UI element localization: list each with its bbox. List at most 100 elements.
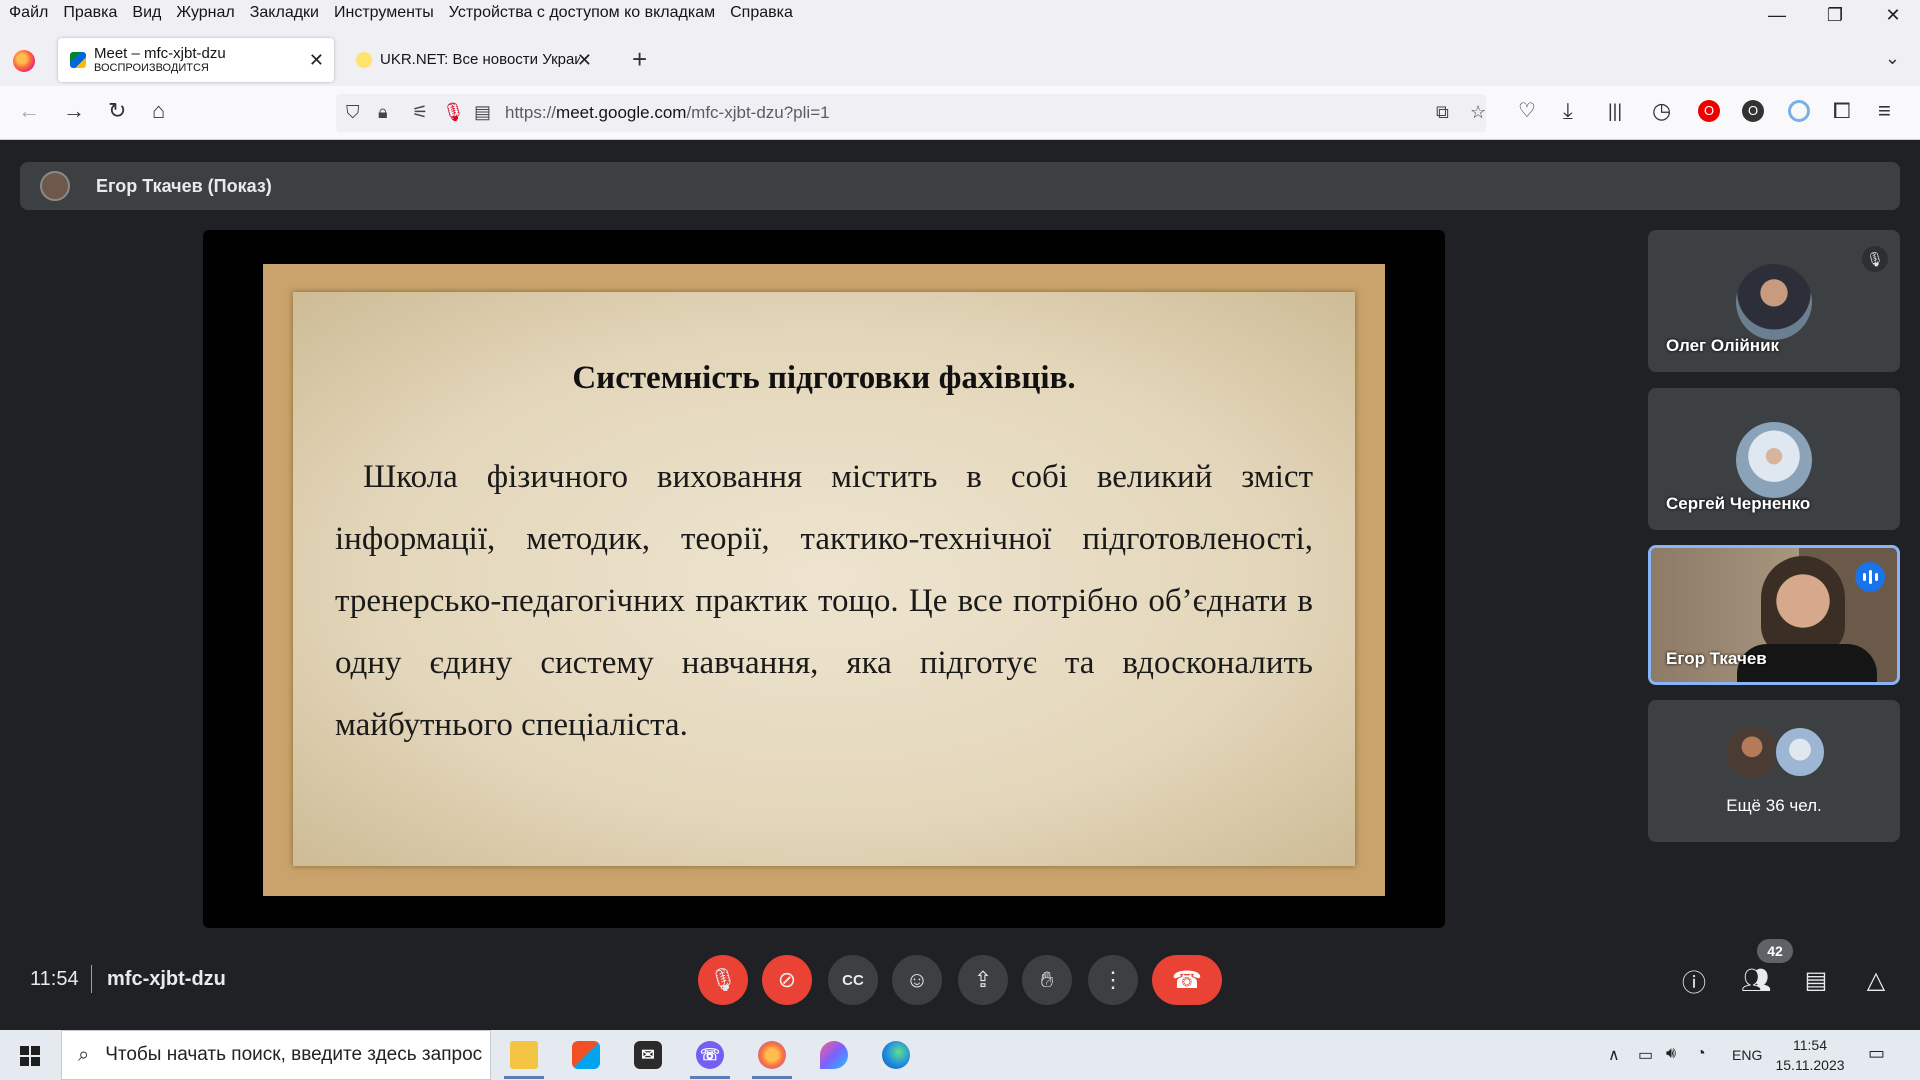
menu-history[interactable]: Журнал (176, 4, 234, 22)
system-clock[interactable]: 11:54 15.11.2023 (1770, 1035, 1850, 1075)
divider (91, 965, 92, 993)
vpn-extension-icon[interactable] (1788, 100, 1810, 122)
participant-avatar (1736, 422, 1812, 498)
tab-title: Meet – mfc-xjbt-dzu (94, 45, 226, 62)
forward-icon[interactable]: → (63, 100, 85, 122)
opera-addon-icon[interactable]: O (1698, 100, 1720, 122)
bookmark-star-icon[interactable]: ☆ (1470, 102, 1486, 123)
participant-tile-active-speaker[interactable]: Егор Ткачев (1648, 545, 1900, 685)
close-tab-icon[interactable]: ✕ (577, 50, 592, 71)
participant-name: Егор Ткачев (1666, 649, 1767, 668)
chat-button[interactable]: ▤ (1798, 962, 1834, 998)
raise-hand-button[interactable]: ✋︎ (1022, 955, 1072, 1005)
network-icon[interactable]: ◔ (1696, 1045, 1706, 1063)
menu-tools[interactable]: Инструменты (334, 4, 434, 22)
balloon-icon (820, 1041, 848, 1069)
menu-edit[interactable]: Правка (63, 4, 117, 22)
tab-text: Meet – mfc-xjbt-dzu ВОСПРОИЗВОДИТСЯ (94, 46, 226, 75)
picture-in-picture-icon[interactable]: ⧉ (1436, 102, 1449, 123)
firefox-app[interactable] (742, 1030, 802, 1080)
back-icon[interactable]: ← (18, 100, 40, 122)
menu-view[interactable]: Вид (132, 4, 161, 22)
people-button[interactable]: 👥︎ (1738, 962, 1774, 998)
people-icon: 👥︎ (1740, 966, 1772, 994)
participant-name: Олег Олійник (1666, 336, 1780, 355)
pocket-icon[interactable]: ♡ (1518, 100, 1536, 122)
close-tab-icon[interactable]: ✕ (309, 50, 324, 71)
more-options-button[interactable]: ⋮ (1088, 955, 1138, 1005)
library-icon[interactable]: ||| (1608, 100, 1622, 122)
search-placeholder: Чтобы начать поиск, введите здесь запрос (105, 1044, 483, 1065)
present-screen-icon: ⇪ (973, 967, 993, 992)
url-bar[interactable]: ⛉ 🔒︎ ⚟ 🎙︎ ▤ https://meet.google.com/mfc-… (336, 94, 1486, 132)
language-indicator[interactable]: ENG (1732, 1047, 1762, 1063)
microphone-toggle-button[interactable]: 🎙︎ (698, 955, 748, 1005)
menu-help[interactable]: Справка (730, 4, 793, 22)
taskbar-search-box[interactable]: ⌕ Чтобы начать поиск, введите здесь запр… (61, 1030, 491, 1080)
windows-start-icon[interactable] (20, 1046, 40, 1066)
windows-taskbar: ⌕ Чтобы начать поиск, введите здесь запр… (0, 1030, 1920, 1080)
info-icon: ⓘ (1682, 969, 1706, 997)
app-menu-icon[interactable]: ≡ (1878, 100, 1891, 122)
edge-app[interactable] (866, 1030, 926, 1080)
more-participants-tile[interactable]: Ещё 36 чел. (1648, 700, 1900, 842)
battery-icon[interactable]: ▭ (1638, 1045, 1653, 1065)
more-participants-label: Ещё 36 чел. (1726, 796, 1822, 815)
reload-icon[interactable]: ↻ (108, 100, 126, 122)
slide-body-text: Школа фізичного виховання містить в собі… (335, 459, 1313, 743)
phone-hangup-icon: ☎︎ (1172, 966, 1202, 994)
page-info-icon[interactable]: ▤ (474, 102, 491, 123)
tab-meet[interactable]: Meet – mfc-xjbt-dzu ВОСПРОИЗВОДИТСЯ ✕ (58, 38, 334, 82)
participant-tile[interactable]: 🎙︎ Олег Олійник (1648, 230, 1900, 372)
paint-app[interactable] (804, 1030, 864, 1080)
history-icon[interactable]: ◷ (1652, 100, 1671, 122)
firefox-icon (758, 1041, 786, 1069)
present-screen-button[interactable]: ⇪ (958, 955, 1008, 1005)
presentation-banner: Егор Ткачев (Показ) (20, 162, 1900, 210)
menu-file[interactable]: Файл (9, 4, 48, 22)
captions-button[interactable]: CC (828, 955, 878, 1005)
presentation-slide: Системність підготовки фахівців. Школа ф… (263, 264, 1385, 896)
participant-avatar (1736, 264, 1812, 340)
volume-icon[interactable]: 🔊︎ (1666, 1045, 1676, 1063)
permissions-icon[interactable]: ⚟ (412, 102, 428, 123)
mic-off-icon: 🎙︎ (709, 967, 737, 992)
folder-icon (510, 1041, 538, 1069)
url-path: /mfc-xjbt-dzu?pli=1 (686, 103, 830, 122)
new-tab-icon[interactable]: + (632, 44, 647, 75)
tab-ukrnet[interactable]: UKR.NET: Все новости Украины ✕ (344, 38, 610, 82)
presenter-avatar (40, 171, 70, 201)
closed-captions-icon: CC (842, 971, 864, 989)
show-hidden-icons-icon[interactable]: ∧ (1608, 1045, 1620, 1065)
notifications-icon[interactable]: ▭ (1868, 1043, 1885, 1064)
meeting-code: mfc-xjbt-dzu (107, 968, 226, 990)
camera-toggle-button[interactable]: ⊘ (762, 955, 812, 1005)
downloads-icon[interactable]: ⤓ (1563, 100, 1573, 122)
lock-icon[interactable]: 🔒︎ (378, 102, 388, 123)
menu-synced-tabs[interactable]: Устройства с доступом ко вкладкам (449, 4, 715, 22)
meeting-details-button[interactable]: ⓘ (1676, 962, 1712, 998)
menu-bookmarks[interactable]: Закладки (250, 4, 319, 22)
list-all-tabs-icon[interactable]: ⌄ (1885, 48, 1900, 69)
firefox-view-icon[interactable] (13, 50, 35, 72)
microphone-sharing-icon[interactable]: 🎙︎ (442, 102, 465, 123)
url-host: meet.google.com (556, 103, 687, 122)
participant-video (1761, 556, 1845, 656)
camera-off-icon: ⊘ (777, 967, 797, 992)
slide-title: Системність підготовки фахівців. (572, 360, 1076, 396)
url-text[interactable]: https://meet.google.com/mfc-xjbt-dzu?pli… (505, 103, 830, 123)
activities-button[interactable]: △ (1858, 962, 1894, 998)
extension-icon[interactable]: O (1742, 100, 1764, 122)
file-explorer-app[interactable] (494, 1030, 554, 1080)
home-icon[interactable]: ⌂ (152, 100, 165, 122)
participant-name: Сергей Черненко (1666, 494, 1811, 513)
microsoft-store-app[interactable] (556, 1030, 616, 1080)
mail-app[interactable]: ✉ (618, 1030, 678, 1080)
leave-call-button[interactable]: ☎︎ (1152, 955, 1222, 1005)
chat-icon: ▤ (1804, 966, 1828, 994)
viber-app[interactable]: ☏ (680, 1030, 740, 1080)
reactions-button[interactable]: ☺ (892, 955, 942, 1005)
extensions-puzzle-icon[interactable]: ⧠ (1833, 100, 1851, 122)
participant-tile[interactable]: Сергей Черненко (1648, 388, 1900, 530)
tracking-protection-icon[interactable]: ⛉ (346, 102, 360, 123)
